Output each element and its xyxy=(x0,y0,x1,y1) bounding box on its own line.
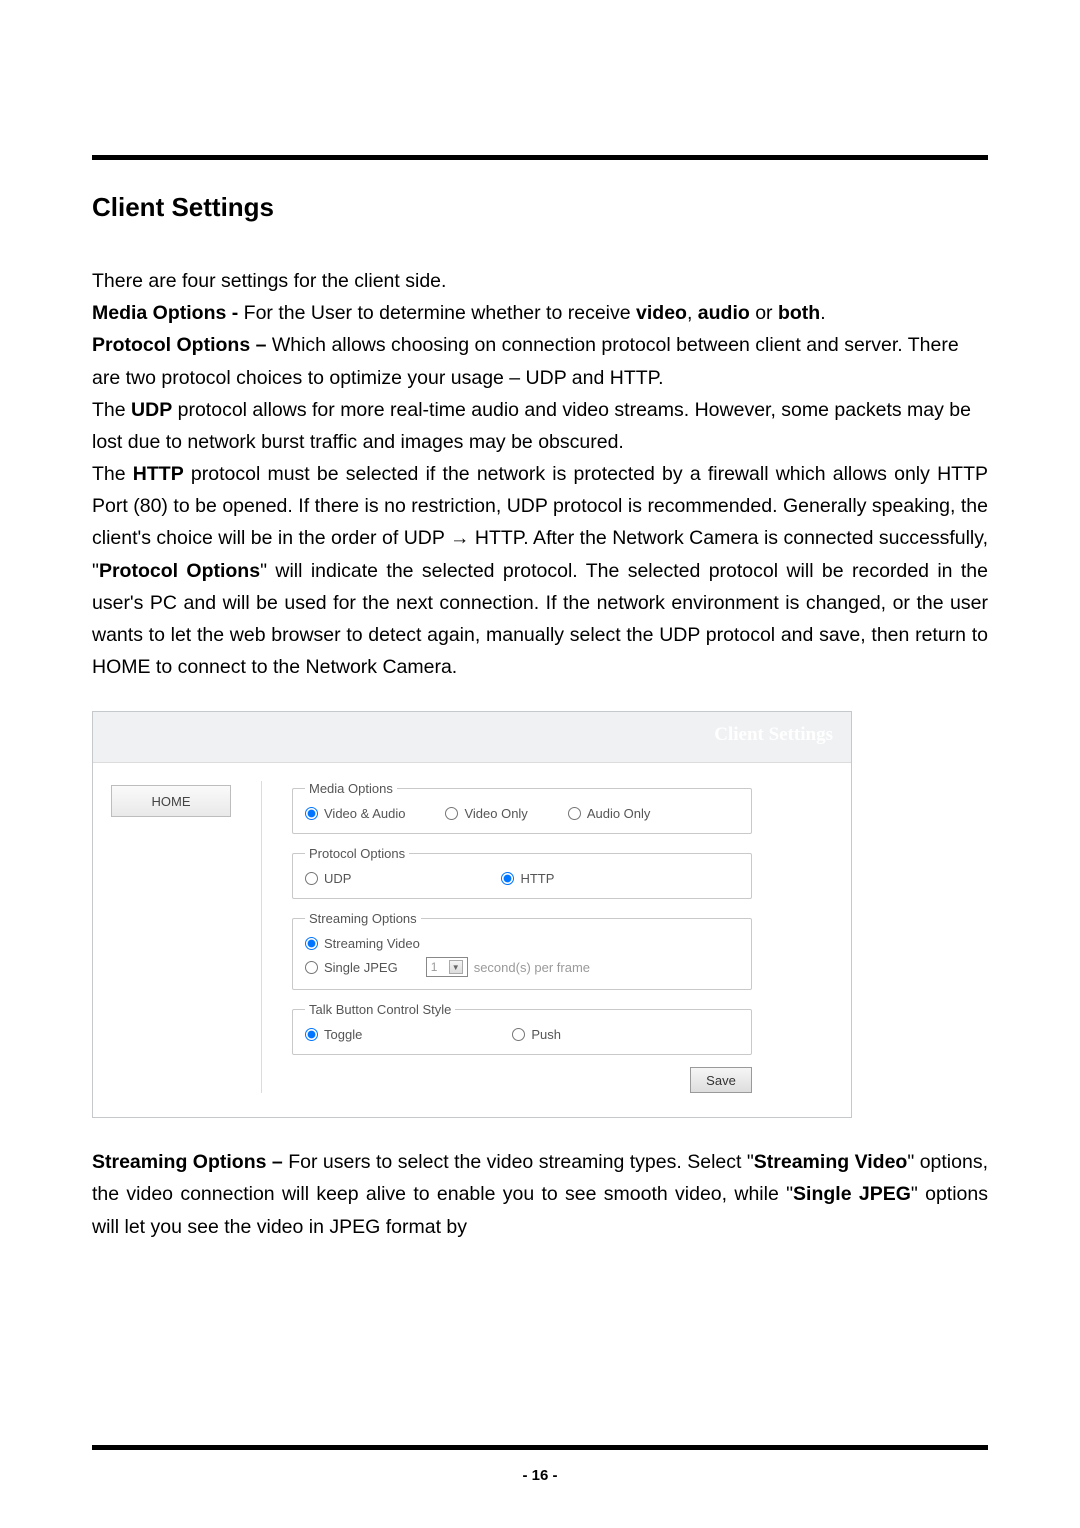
panel-form: Media Options Video & Audio Video Only A… xyxy=(261,781,833,1093)
protocol-options-group: Protocol Options UDP HTTP xyxy=(292,846,752,899)
talk-button-group: Talk Button Control Style Toggle Push xyxy=(292,1002,752,1055)
home-button[interactable]: HOME xyxy=(111,785,231,817)
panel-body: HOME Media Options Video & Audio Video O… xyxy=(93,762,851,1117)
protocol-options-legend: Protocol Options xyxy=(305,846,409,861)
radio-input[interactable] xyxy=(305,961,318,974)
text: For users to select the video streaming … xyxy=(288,1151,754,1173)
bold-both: both xyxy=(778,302,820,324)
radio-label: Video & Audio xyxy=(324,806,405,821)
radio-label: Audio Only xyxy=(587,806,651,821)
text: The xyxy=(92,399,131,421)
radio-input[interactable] xyxy=(445,807,458,820)
radio-label: Video Only xyxy=(464,806,527,821)
panel-title: Client Settings xyxy=(714,724,833,746)
bold-audio: audio xyxy=(698,302,750,324)
bold-single-jpeg: Single JPEG xyxy=(793,1183,911,1205)
intro-line: There are four settings for the client s… xyxy=(92,265,988,297)
streaming-options-group: Streaming Options Streaming Video Single… xyxy=(292,911,752,990)
streaming-options-legend: Streaming Options xyxy=(305,911,421,926)
radio-input[interactable] xyxy=(305,872,318,885)
radio-input[interactable] xyxy=(305,807,318,820)
text: , xyxy=(687,302,698,324)
text: For the User to determine whether to rec… xyxy=(244,302,636,324)
streaming-options-label: Streaming Options – xyxy=(92,1151,288,1173)
select-value: 1 xyxy=(431,960,438,974)
chevron-down-icon: ▼ xyxy=(449,960,463,974)
radio-video-audio[interactable]: Video & Audio xyxy=(305,806,405,821)
media-options-label: Media Options - xyxy=(92,302,244,324)
seconds-unit-label: second(s) per frame xyxy=(474,960,590,975)
bottom-rule xyxy=(92,1445,988,1450)
text: . xyxy=(820,302,825,324)
text: protocol allows for more real-time audio… xyxy=(92,399,971,453)
radio-input[interactable] xyxy=(305,937,318,950)
media-options-group: Media Options Video & Audio Video Only A… xyxy=(292,781,752,834)
talk-button-legend: Talk Button Control Style xyxy=(305,1002,455,1017)
radio-label: Toggle xyxy=(324,1027,362,1042)
radio-audio-only[interactable]: Audio Only xyxy=(568,806,651,821)
radio-video-only[interactable]: Video Only xyxy=(445,806,527,821)
streaming-paragraph: Streaming Options – For users to select … xyxy=(92,1146,988,1243)
radio-http[interactable]: HTTP xyxy=(501,871,554,886)
media-options-legend: Media Options xyxy=(305,781,397,796)
media-options-line: Media Options - For the User to determin… xyxy=(92,297,988,329)
radio-label: Streaming Video xyxy=(324,936,420,951)
protocol-options-line: Protocol Options – Which allows choosing… xyxy=(92,329,988,393)
save-button[interactable]: Save xyxy=(690,1067,752,1093)
text: or xyxy=(750,302,778,324)
radio-toggle[interactable]: Toggle xyxy=(305,1027,362,1042)
seconds-select[interactable]: 1 ▼ xyxy=(426,957,468,977)
bold-protocol-options: Protocol Options xyxy=(99,560,260,582)
bold-streaming-video: Streaming Video xyxy=(754,1151,908,1173)
radio-udp[interactable]: UDP xyxy=(305,871,351,886)
page-number: - 16 - xyxy=(0,1467,1080,1484)
udp-line: The UDP protocol allows for more real-ti… xyxy=(92,394,988,458)
panel-header: Client Settings xyxy=(93,712,851,762)
radio-input[interactable] xyxy=(305,1028,318,1041)
body-text: There are four settings for the client s… xyxy=(92,265,988,683)
radio-input[interactable] xyxy=(568,807,581,820)
radio-input[interactable] xyxy=(512,1028,525,1041)
radio-push[interactable]: Push xyxy=(512,1027,561,1042)
save-row: Save xyxy=(292,1067,752,1093)
text: The xyxy=(92,463,133,485)
radio-single-jpeg[interactable]: Single JPEG xyxy=(305,960,398,975)
page-heading: Client Settings xyxy=(92,192,988,223)
http-paragraph: The HTTP protocol must be selected if th… xyxy=(92,458,988,683)
bold-video: video xyxy=(636,302,687,324)
radio-label: Push xyxy=(531,1027,561,1042)
bold-udp: UDP xyxy=(131,399,172,421)
radio-label: UDP xyxy=(324,871,351,886)
radio-label: Single JPEG xyxy=(324,960,398,975)
top-rule xyxy=(92,155,988,160)
panel-sidebar: HOME xyxy=(111,781,261,1093)
client-settings-panel: Client Settings HOME Media Options Video… xyxy=(92,711,852,1118)
radio-streaming-video[interactable]: Streaming Video xyxy=(305,936,420,951)
protocol-options-label: Protocol Options – xyxy=(92,334,272,356)
radio-label: HTTP xyxy=(520,871,554,886)
bold-http: HTTP xyxy=(133,463,184,485)
radio-input[interactable] xyxy=(501,872,514,885)
